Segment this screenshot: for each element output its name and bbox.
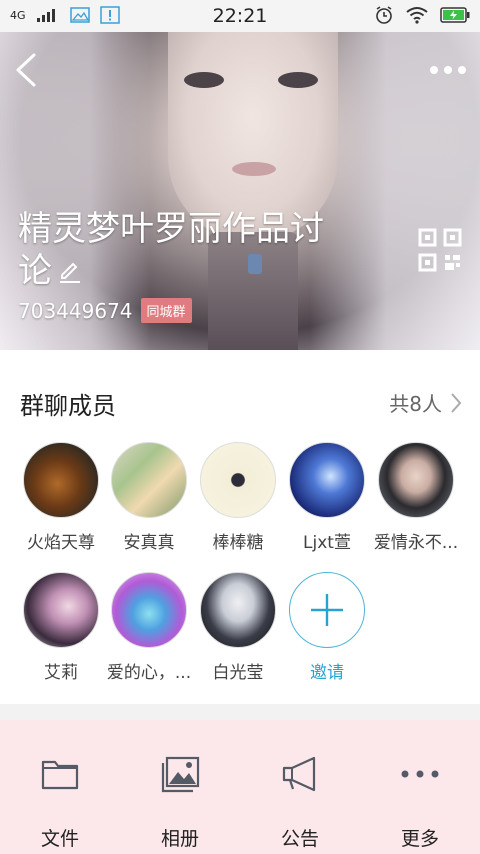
more-label: 更多 [400,828,439,850]
group-title-block: 精灵梦叶罗丽作品讨论 [18,208,338,294]
avatar [23,572,99,648]
member-name: 安真真 [123,533,175,553]
files-button[interactable]: 文件 [0,720,120,854]
member-name: 火焰天尊 [27,533,95,553]
avatar [111,572,187,648]
section-divider [0,704,480,720]
status-bar: 4G 22:21 [0,0,480,32]
album-label: 相册 [160,828,199,850]
member-name: 艾莉 [44,663,78,683]
invite-label: 邀请 [310,663,344,683]
add-member-icon [289,572,365,648]
members-header: 群聊成员 共8人 [0,350,480,428]
status-badge: 同城群 [140,298,192,323]
back-icon[interactable] [12,52,42,88]
member-name: 白光莹 [212,663,264,683]
more-dots-icon [401,770,439,778]
chevron-right-icon [451,392,462,413]
announcement-button[interactable]: 公告 [240,720,360,854]
member-item[interactable]: 艾莉 [16,572,106,683]
folder-icon [41,760,79,790]
member-name: 爱情永不... [373,533,459,553]
avatar [378,442,454,518]
member-item[interactable]: 安真真 [104,442,194,553]
wifi-icon [406,7,428,24]
member-item[interactable]: 火焰天尊 [16,442,106,553]
edit-icon[interactable] [58,252,82,294]
files-label: 文件 [40,828,79,850]
megaphone-icon [282,756,316,792]
group-number: 703449674 [18,298,133,323]
members-count: 共8人 [389,392,442,416]
album-icon [161,756,200,793]
members-section-title: 群聊成员 [20,392,116,420]
member-item[interactable]: Ljxt萱 [282,442,372,553]
album-button[interactable]: 相册 [120,720,240,854]
more-options-icon[interactable] [428,60,468,80]
avatar [200,572,276,648]
avatar [111,442,187,518]
member-name: 爱的心，... [106,663,192,683]
member-item[interactable]: 棒棒糖 [193,442,283,553]
avatar [289,442,365,518]
announcement-label: 公告 [280,828,319,850]
avatar [23,442,99,518]
member-name: Ljxt萱 [303,533,351,553]
members-count-link[interactable]: 共8人 [389,388,462,417]
alarm-icon [376,6,392,24]
avatar [200,442,276,518]
invite-button[interactable]: 邀请 [282,572,372,683]
member-item[interactable]: 白光莹 [193,572,283,683]
member-item[interactable]: 爱情永不... [371,442,461,553]
battery-icon [440,7,470,23]
group-id-row: 703449674 同城群 [18,298,192,323]
bottom-toolbar: 文件 相册 公告 更多 [0,720,480,854]
member-name: 棒棒糖 [212,533,264,553]
qr-code-icon[interactable] [418,228,462,272]
more-button[interactable]: 更多 [360,720,480,854]
member-item[interactable]: 爱的心，... [104,572,194,683]
